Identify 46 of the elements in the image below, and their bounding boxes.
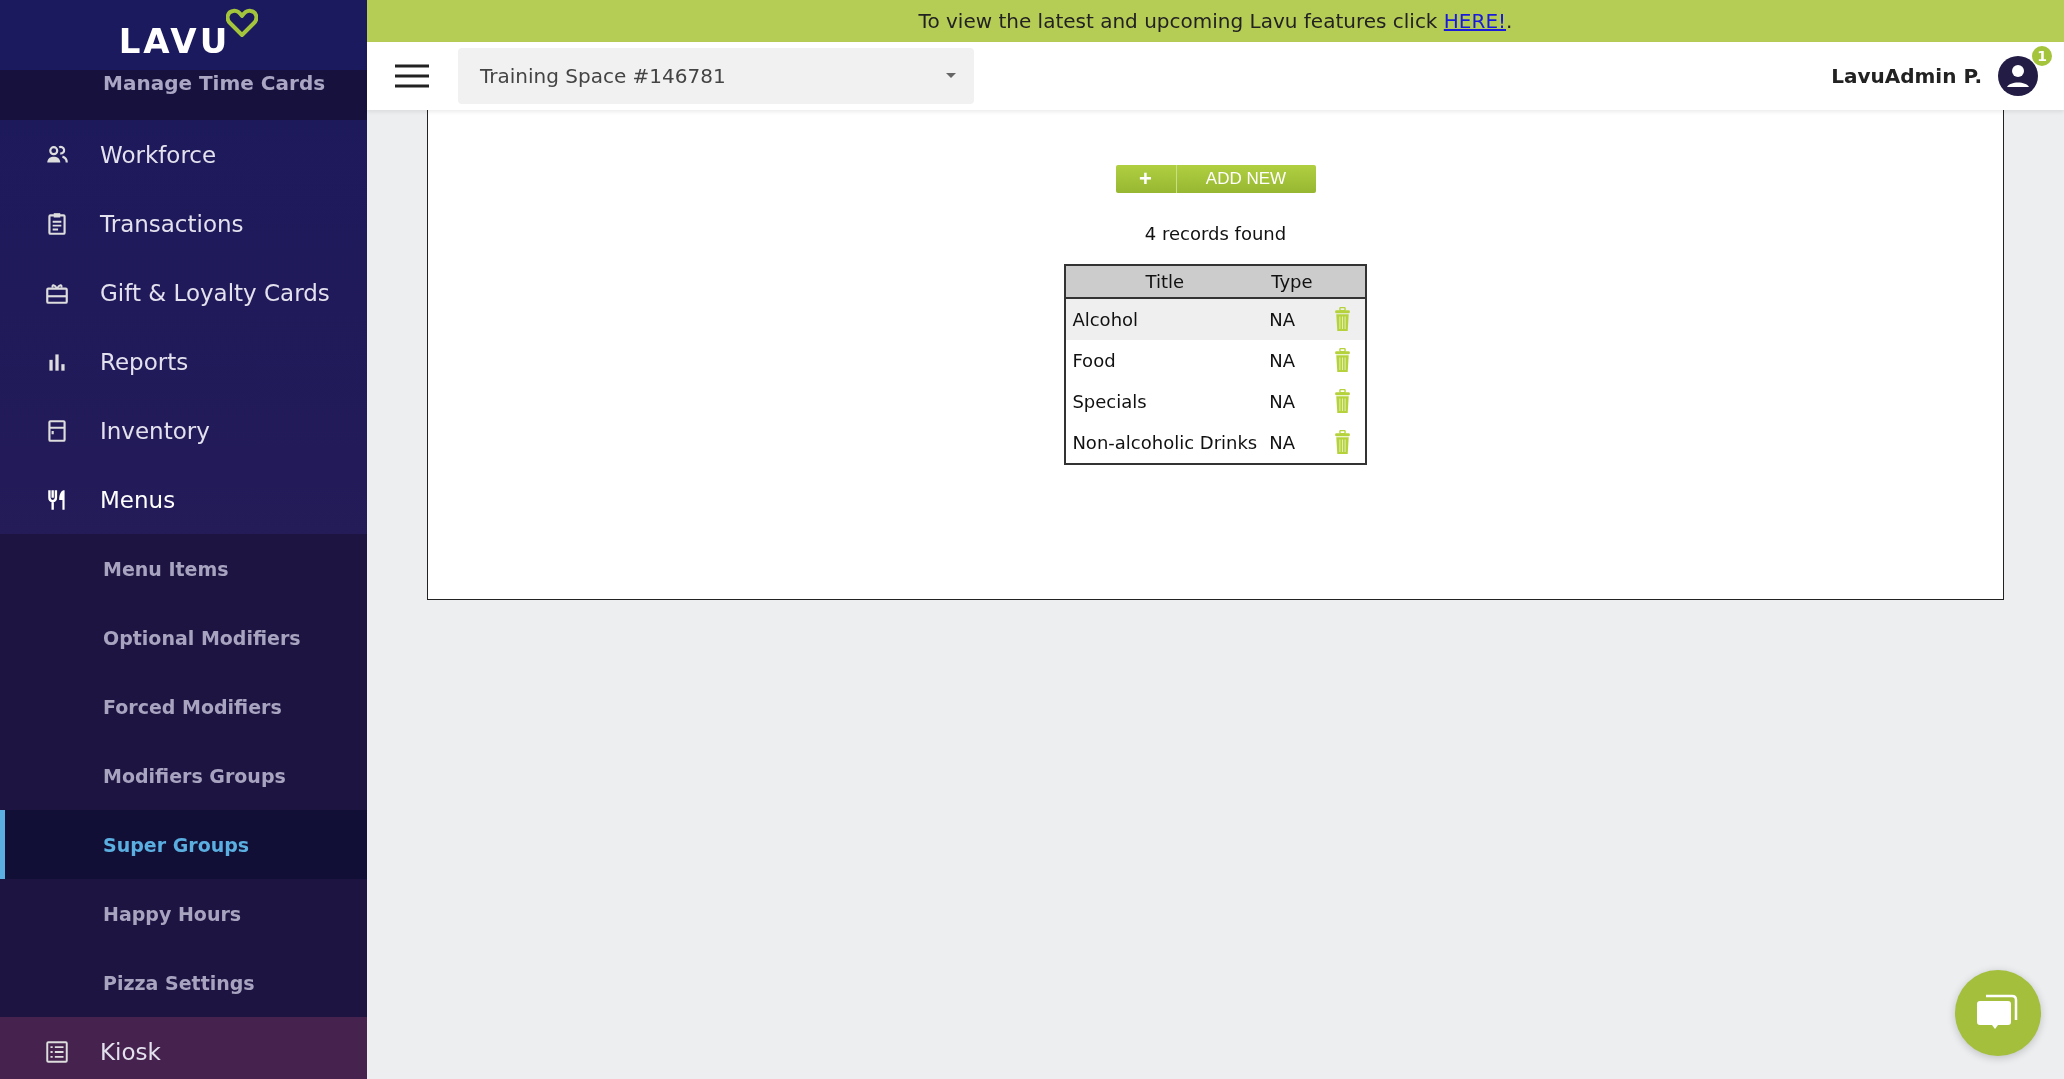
submenu-item[interactable]: Modifiers Groups (0, 741, 367, 810)
user-avatar-icon[interactable] (1998, 56, 2038, 96)
submenu-item[interactable]: Optional Modifiers (0, 603, 367, 672)
chat-button[interactable] (1955, 970, 2041, 1056)
sidebar-item[interactable]: Menus (0, 465, 367, 534)
trash-icon[interactable] (1334, 307, 1352, 332)
table-cell-text: NA (1268, 390, 1297, 414)
table-row[interactable]: Non-alcoholic Drinks NA (1065, 422, 1366, 464)
table-cell: NA (1263, 422, 1321, 464)
sidebar-item[interactable]: Workforce (0, 120, 367, 189)
table-cell: NA (1263, 340, 1321, 381)
menu-icon[interactable] (395, 64, 429, 88)
list-icon (44, 1038, 70, 1065)
user-name[interactable]: LavuAdmin P. (1831, 64, 1982, 88)
announcement-text: To view the latest and upcoming Lavu features click HERE!. (918, 9, 1513, 33)
sidebar-item[interactable]: Transactions (0, 189, 367, 258)
submenu-item[interactable]: Super Groups (0, 810, 367, 879)
records-count: 4 records found (1144, 223, 1287, 244)
sidebar-item[interactable]: Reports (0, 327, 367, 396)
column-header: Title (1065, 265, 1264, 298)
location-dropdown[interactable]: Training Space #146781 (458, 48, 974, 104)
trash-icon[interactable] (1334, 348, 1352, 373)
table-cell: Food (1065, 340, 1264, 381)
notification-badge: 1 (2032, 46, 2052, 66)
column-header: Type (1263, 265, 1321, 298)
features-link[interactable]: HERE! (1443, 9, 1507, 33)
sidebar-item[interactable]: Kiosk (0, 1017, 367, 1079)
caret-icon (946, 73, 956, 79)
trash-icon[interactable] (1334, 389, 1352, 414)
table-cell: Non-alcoholic Drinks (1065, 422, 1264, 464)
table-cell: Specials (1065, 381, 1264, 422)
sidebar-item[interactable]: Manage Time Cards (0, 70, 367, 120)
submenu-item[interactable]: Forced Modifiers (0, 672, 367, 741)
sidebar-item[interactable]: Inventory (0, 396, 367, 465)
table-row[interactable]: Specials NA (1065, 381, 1366, 422)
submenu-item[interactable]: Happy Hours (0, 879, 367, 948)
submenu-item[interactable]: Menu Items (0, 534, 367, 603)
logo[interactable]: LAVU (118, 24, 231, 58)
sidebar-item[interactable]: Gift & Loyalty Cards (0, 258, 367, 327)
table-row[interactable]: Alcohol NA (1065, 298, 1366, 340)
heart-icon (226, 8, 259, 38)
trash-icon[interactable] (1334, 430, 1352, 455)
table-cell: Alcohol (1065, 298, 1264, 340)
submenu-item[interactable]: Pizza Settings (0, 948, 367, 1017)
table-row[interactable]: Food NA (1065, 340, 1366, 381)
table-cell: NA (1263, 298, 1321, 340)
